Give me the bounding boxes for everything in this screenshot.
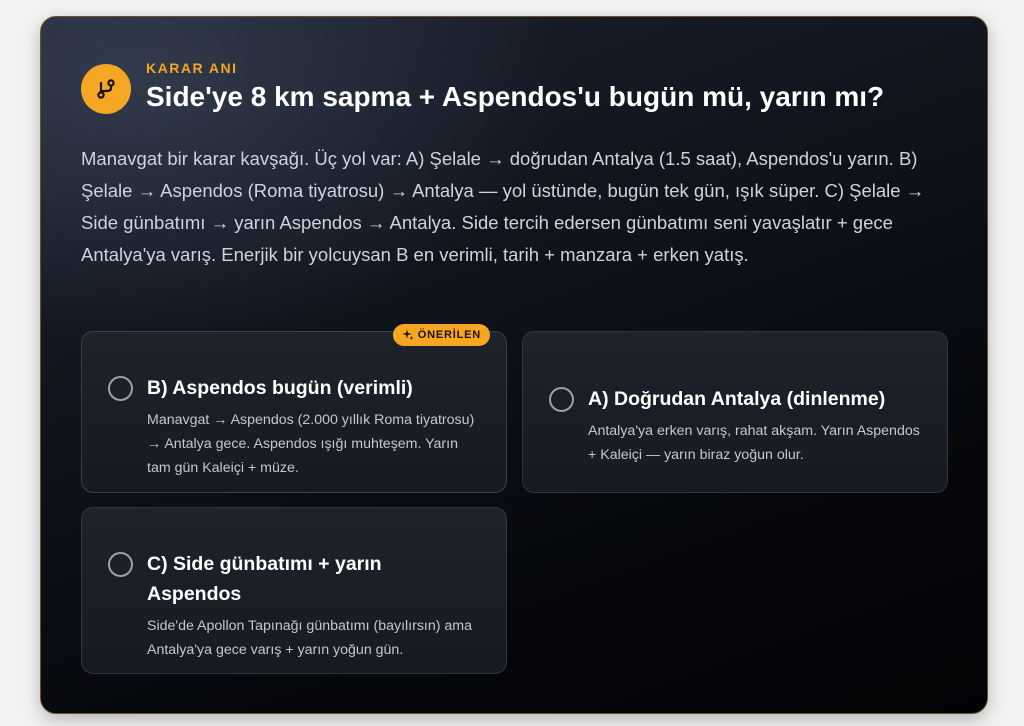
option-b-title: B) Aspendos bugün (verimli)	[147, 377, 413, 399]
recommended-badge-label: ÖNERİLEN	[417, 329, 481, 341]
option-card-c[interactable]: C) Side günbatımı + yarın Aspendos Side'…	[81, 507, 507, 674]
option-a-description: Antalya'ya erken varış, rahat akşam. Yar…	[588, 423, 920, 463]
decision-description: Manavgat bir karar kavşağı. Üç yol var: …	[81, 148, 925, 265]
option-c-description: Side'de Apollon Tapınağı günbatımı (bayı…	[147, 618, 473, 658]
option-b-radio[interactable]	[108, 376, 133, 401]
option-c-radio[interactable]	[108, 552, 133, 577]
option-card-b[interactable]: ÖNERİLEN B) Aspendos bugün (verimli) Man…	[81, 324, 507, 493]
option-a-title: A) Doğrudan Antalya (dinlenme)	[588, 388, 886, 410]
sparkle-icon	[402, 329, 414, 340]
decision-title: Side'ye 8 km sapma + Aspendos'u bugün mü…	[146, 81, 885, 112]
option-a-radio[interactable]	[549, 387, 574, 412]
recommended-badge: ÖNERİLEN	[392, 324, 490, 346]
option-b-description: Manavgat → Aspendos (2.000 yıllık Roma t…	[147, 412, 475, 476]
option-c-title: C) Side günbatımı + yarın Aspendos	[147, 553, 382, 605]
decision-eyebrow: KARAR ANI	[146, 60, 238, 76]
branch-icon	[81, 64, 131, 114]
option-card-a[interactable]: A) Doğrudan Antalya (dinlenme) Antalya'y…	[522, 331, 948, 493]
decision-card: KARAR ANI Side'ye 8 km sapma + Aspendos'…	[40, 16, 988, 714]
